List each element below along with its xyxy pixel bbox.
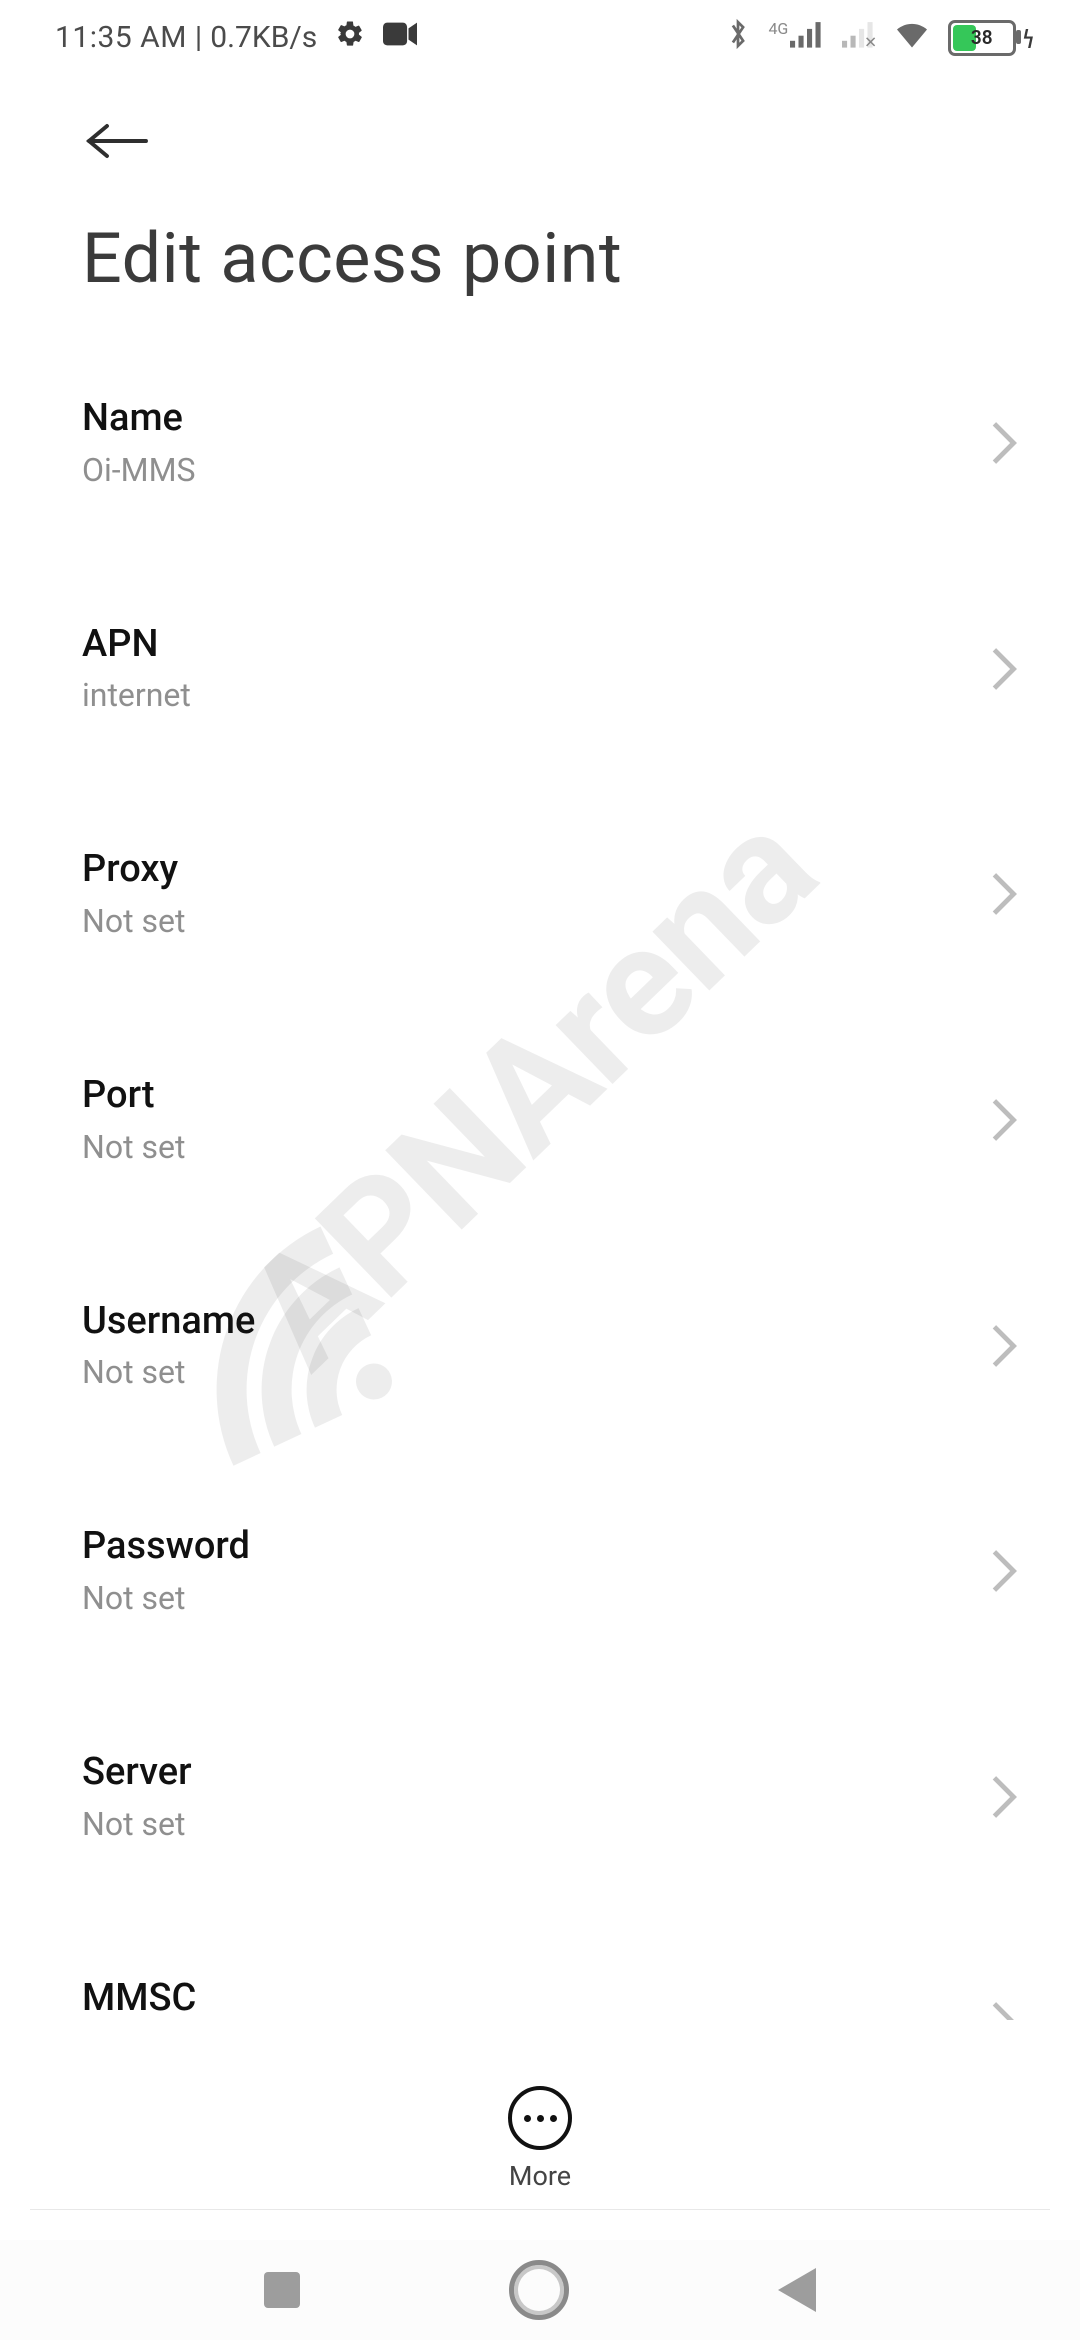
setting-value: Oi-MMS — [82, 451, 196, 489]
more-icon — [508, 2086, 572, 2150]
signal-sim1-icon — [790, 21, 824, 56]
setting-proxy[interactable]: Proxy Not set — [82, 781, 1030, 1007]
setting-label: Username — [82, 1300, 255, 1344]
footer-divider — [30, 2209, 1050, 2210]
wifi-icon — [894, 19, 930, 57]
setting-value: Not set — [82, 1805, 192, 1843]
chevron-right-icon — [990, 1323, 1018, 1369]
chevron-right-icon — [990, 420, 1018, 466]
setting-username[interactable]: Username Not set — [82, 1233, 1030, 1459]
chevron-right-icon — [990, 1774, 1018, 1820]
setting-value: Not set — [82, 1353, 255, 1391]
back-button[interactable] — [82, 123, 150, 159]
battery-percent: 38 — [971, 26, 993, 49]
status-separator: | — [195, 20, 202, 55]
setting-label: APN — [82, 623, 191, 667]
status-data-rate: 0.7KB/s — [210, 20, 317, 55]
chevron-right-icon — [990, 871, 1018, 917]
setting-value: Not set — [82, 902, 185, 940]
setting-password[interactable]: Password Not set — [82, 1458, 1030, 1684]
charging-icon: 𐓏 — [1022, 20, 1035, 56]
chevron-right-icon — [990, 1548, 1018, 1594]
setting-label: MMSC — [82, 1977, 489, 2020]
setting-name[interactable]: Name Oi-MMS — [82, 330, 1030, 556]
battery-indicator: 38 𐓏 — [948, 20, 1035, 56]
svg-text:✕: ✕ — [864, 33, 876, 47]
nav-home-button[interactable] — [509, 2260, 569, 2320]
setting-label: Port — [82, 1074, 185, 1118]
signal-sim2-icon: ✕ — [842, 20, 876, 56]
setting-apn[interactable]: APN internet — [82, 556, 1030, 782]
setting-value: Not set — [82, 1128, 185, 1166]
navigation-bar — [0, 2240, 1080, 2340]
setting-value: internet — [82, 676, 191, 714]
camera-icon — [383, 20, 417, 55]
settings-list: Name Oi-MMS APN internet Proxy Not set — [0, 300, 1080, 2020]
bluetooth-icon — [726, 17, 750, 59]
status-bar: 11:35 AM | 0.7KB/s 4G ✕ — [0, 0, 1080, 75]
setting-server[interactable]: Server Not set — [82, 1684, 1030, 1910]
chevron-right-icon — [990, 2000, 1018, 2020]
setting-label: Password — [82, 1525, 250, 1569]
status-time: 11:35 AM — [55, 20, 187, 55]
page-title: Edit access point — [0, 163, 1080, 300]
setting-port[interactable]: Port Not set — [82, 1007, 1030, 1233]
nav-recents-button[interactable] — [264, 2272, 300, 2308]
setting-value: Not set — [82, 1579, 250, 1617]
setting-label: Server — [82, 1751, 192, 1795]
network-type-label: 4G — [768, 19, 788, 38]
chevron-right-icon — [990, 646, 1018, 692]
settings-icon — [335, 19, 365, 57]
more-button[interactable]: More — [0, 2086, 1080, 2192]
nav-back-button[interactable] — [778, 2268, 816, 2312]
setting-mmsc[interactable]: MMSC http://10.16.18.4:38090/was — [82, 1910, 1030, 2020]
more-label: More — [509, 2160, 571, 2192]
setting-label: Name — [82, 397, 196, 441]
chevron-right-icon — [990, 1097, 1018, 1143]
setting-label: Proxy — [82, 848, 185, 892]
